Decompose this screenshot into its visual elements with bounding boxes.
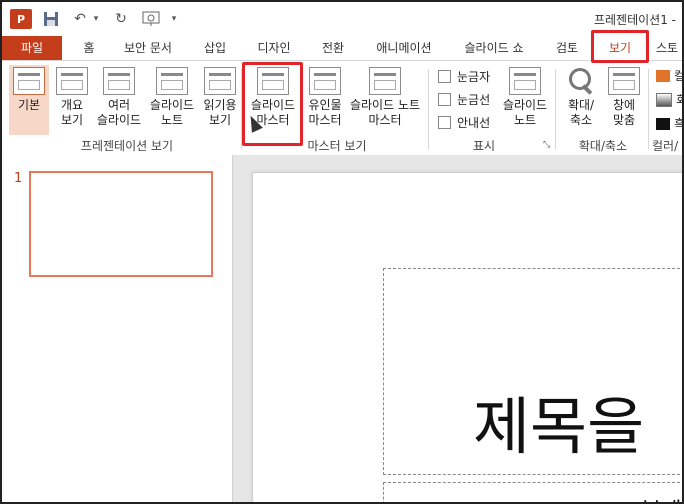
tab-storyboard[interactable]: 스토 xyxy=(656,38,682,58)
notes-master-icon xyxy=(369,67,401,95)
tab-slideshow[interactable]: 슬라이드 쇼 xyxy=(458,38,530,58)
fit-to-window-icon xyxy=(608,67,640,95)
tab-file[interactable]: 파일 xyxy=(2,36,62,60)
reading-view-button[interactable]: 읽기용 보기 xyxy=(200,65,240,135)
title-bar: P ↶ ▾ ↻ ▾ 프레젠테이션1 - xyxy=(2,2,682,34)
slide-sorter-button[interactable]: 여러 슬라이드 xyxy=(94,65,144,135)
color-button[interactable]: 컬 xyxy=(656,67,682,84)
slide-number: 1 xyxy=(14,171,23,186)
group-divider xyxy=(428,69,429,149)
checkbox-box xyxy=(438,69,451,83)
notes-page-icon xyxy=(156,67,188,95)
group-divider xyxy=(648,69,649,149)
grayscale-button[interactable]: 회 xyxy=(656,91,682,108)
view-tab-highlight xyxy=(591,30,649,63)
tab-transitions[interactable]: 전환 xyxy=(316,38,350,58)
undo-dropdown-icon[interactable]: ▾ xyxy=(90,9,102,29)
group-label-master-views: 마스터 보기 xyxy=(307,139,367,153)
handout-master-button[interactable]: 유인물 마스터 xyxy=(304,65,346,135)
fit-to-window-button[interactable]: 창에 맞춤 xyxy=(604,65,644,135)
show-dialog-launcher-icon[interactable]: ⤡ xyxy=(543,140,550,150)
outline-view-button[interactable]: 개요 보기 xyxy=(52,65,92,135)
gridlines-checkbox[interactable]: 눈금선 xyxy=(438,90,490,108)
slide-canvas: 제목을 부제 xyxy=(252,172,682,502)
notes-master-button[interactable]: 슬라이드 노트 마스터 xyxy=(346,65,424,135)
normal-view-button[interactable]: 기본 xyxy=(9,65,49,135)
redo-icon[interactable]: ↻ xyxy=(110,9,132,29)
powerpoint-app-icon[interactable]: P xyxy=(10,9,32,29)
undo-icon[interactable]: ↶ xyxy=(70,9,90,29)
customize-toolbar-icon[interactable]: ▾ xyxy=(168,9,180,29)
slide-thumbnail[interactable] xyxy=(29,171,213,277)
ribbon-view: 기본 개요 보기 여러 슬라이드 슬라이드 노트 읽기용 보기 프레젠테이션 보… xyxy=(2,60,682,156)
tab-animations[interactable]: 애니메이션 xyxy=(368,38,440,58)
checkbox-box xyxy=(438,115,451,129)
group-label-color: 컬러/ xyxy=(652,139,679,153)
grayscale-swatch-icon xyxy=(656,92,672,107)
slide-master-highlight xyxy=(242,62,303,146)
reading-view-icon xyxy=(204,67,236,95)
normal-view-icon xyxy=(13,67,45,95)
zoom-button[interactable]: 확대/ 축소 xyxy=(560,65,602,135)
magnifier-icon xyxy=(567,67,595,95)
tab-protected-doc[interactable]: 보안 문서 xyxy=(116,38,180,58)
group-label-show: 표시 xyxy=(472,139,496,153)
window-title: 프레젠테이션1 - xyxy=(593,13,676,27)
notes-icon xyxy=(509,67,541,95)
group-label-zoom: 확대/축소 xyxy=(578,139,628,153)
slides-pane: 1 xyxy=(2,155,233,502)
slide-sorter-icon xyxy=(103,67,135,95)
tab-review[interactable]: 검토 xyxy=(550,38,584,58)
ruler-checkbox[interactable]: 눈금자 xyxy=(438,67,490,85)
ribbon-tabs: 파일 홈 보안 문서 삽입 디자인 전환 애니메이션 슬라이드 쇼 검토 보기 … xyxy=(2,34,682,60)
notes-page-button[interactable]: 슬라이드 노트 xyxy=(146,65,198,135)
slideshow-from-start-icon[interactable] xyxy=(138,9,164,29)
tab-home[interactable]: 홈 xyxy=(74,38,104,58)
notes-button[interactable]: 슬라이드 노트 xyxy=(499,65,551,135)
slide-subtitle-text: 부제 xyxy=(641,493,681,502)
checkbox-box xyxy=(438,92,451,106)
slide-title-text: 제목을 xyxy=(473,390,645,463)
black-white-swatch-icon xyxy=(656,117,670,130)
subtitle-placeholder[interactable] xyxy=(383,482,682,502)
save-icon[interactable] xyxy=(40,9,62,29)
powerpoint-window: P ↶ ▾ ↻ ▾ 프레젠테이션1 - 파일 홈 보안 문서 삽입 디자인 전환… xyxy=(0,0,684,504)
color-swatch-icon xyxy=(656,69,670,82)
tab-design[interactable]: 디자인 xyxy=(250,38,298,58)
handout-master-icon xyxy=(309,67,341,95)
workspace: 1 제목을 부제 xyxy=(2,155,682,502)
group-label-presentation-views: 프레젠테이션 보기 xyxy=(80,139,174,153)
black-white-button[interactable]: 흑 xyxy=(656,115,682,132)
outline-view-icon xyxy=(56,67,88,95)
group-divider xyxy=(555,69,556,149)
tab-insert[interactable]: 삽입 xyxy=(198,38,232,58)
guides-checkbox[interactable]: 안내선 xyxy=(438,113,490,131)
